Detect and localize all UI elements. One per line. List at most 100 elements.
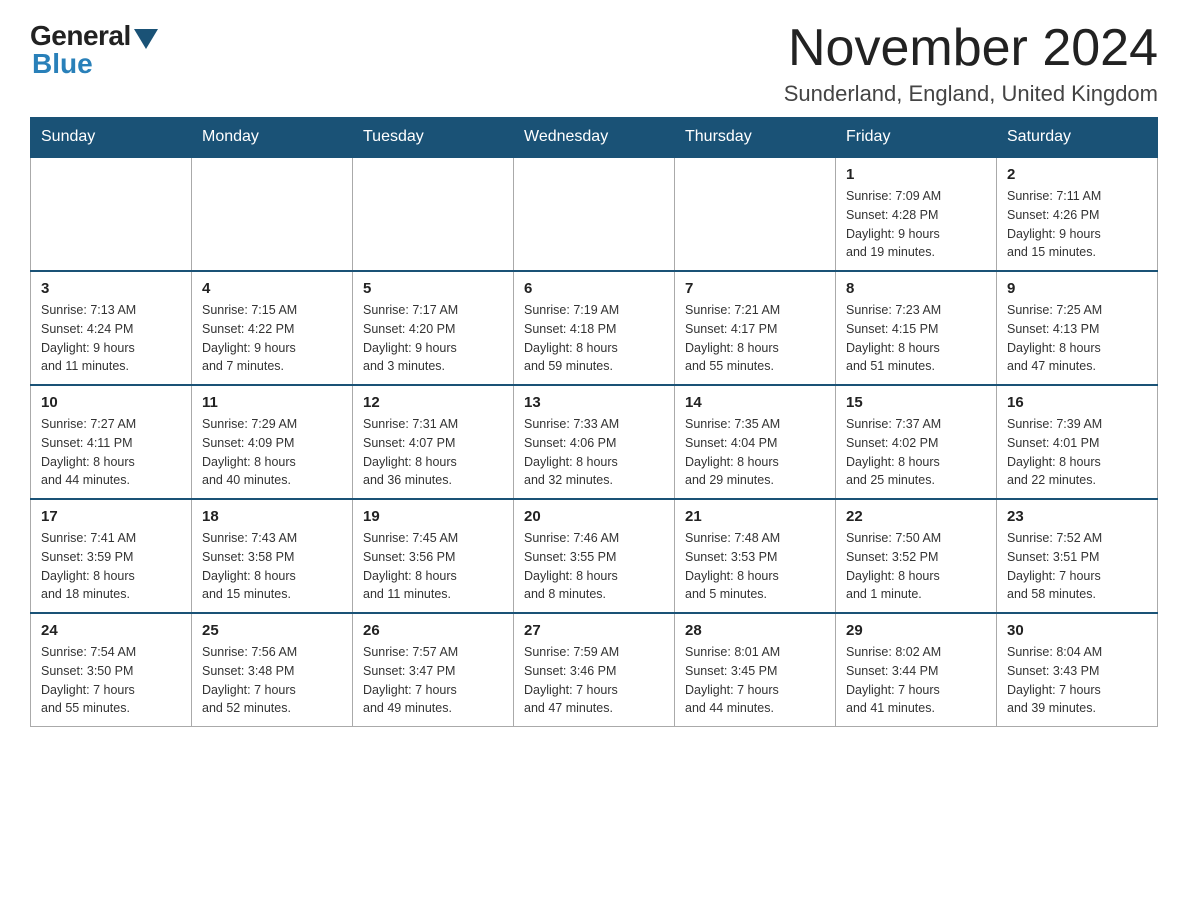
calendar-cell: 28Sunrise: 8:01 AM Sunset: 3:45 PM Dayli…: [675, 613, 836, 727]
page-header: General Blue November 2024 Sunderland, E…: [30, 20, 1158, 107]
day-number: 12: [363, 394, 503, 411]
calendar-table: SundayMondayTuesdayWednesdayThursdayFrid…: [30, 117, 1158, 727]
week-row-4: 17Sunrise: 7:41 AM Sunset: 3:59 PM Dayli…: [31, 499, 1158, 613]
day-info: Sunrise: 7:52 AM Sunset: 3:51 PM Dayligh…: [1007, 529, 1147, 604]
day-number: 19: [363, 508, 503, 525]
day-info: Sunrise: 7:56 AM Sunset: 3:48 PM Dayligh…: [202, 643, 342, 718]
calendar-cell: [192, 157, 353, 271]
day-info: Sunrise: 7:37 AM Sunset: 4:02 PM Dayligh…: [846, 415, 986, 490]
week-row-2: 3Sunrise: 7:13 AM Sunset: 4:24 PM Daylig…: [31, 271, 1158, 385]
day-info: Sunrise: 7:41 AM Sunset: 3:59 PM Dayligh…: [41, 529, 181, 604]
calendar-cell: 3Sunrise: 7:13 AM Sunset: 4:24 PM Daylig…: [31, 271, 192, 385]
calendar-cell: 15 Sunrise: 7:37 AM Sunset: 4:02 PM Dayli…: [836, 385, 997, 499]
day-info: Sunrise: 7:21 AM Sunset: 4:17 PM Dayligh…: [685, 301, 825, 376]
calendar-cell: [514, 157, 675, 271]
day-number: 13: [524, 394, 664, 411]
day-info: Sunrise: 7:17 AM Sunset: 4:20 PM Dayligh…: [363, 301, 503, 376]
day-number: 29: [846, 622, 986, 639]
day-number: 10: [41, 394, 181, 411]
week-row-3: 10 Sunrise: 7:27 AM Sunset: 4:11 PM Dayli…: [31, 385, 1158, 499]
day-number: 18: [202, 508, 342, 525]
day-info: Sunrise: 7:35 AM Sunset: 4:04 PM Dayligh…: [685, 415, 825, 490]
week-row-5: 24 Sunrise: 7:54 AM Sunset: 3:50 PM Dayli…: [31, 613, 1158, 727]
calendar-cell: 22Sunrise: 7:50 AM Sunset: 3:52 PM Dayli…: [836, 499, 997, 613]
calendar-cell: 2Sunrise: 7:11 AM Sunset: 4:26 PM Daylig…: [997, 157, 1158, 271]
calendar-cell: 19 Sunrise: 7:45 AM Sunset: 3:56 PM Dayli…: [353, 499, 514, 613]
day-info: Sunrise: 7:43 AM Sunset: 3:58 PM Dayligh…: [202, 529, 342, 604]
day-number: 20: [524, 508, 664, 525]
month-title: November 2024: [784, 20, 1158, 77]
day-info: Sunrise: 7:23 AM Sunset: 4:15 PM Dayligh…: [846, 301, 986, 376]
calendar-cell: 30 Sunrise: 8:04 AM Sunset: 3:43 PM Dayli…: [997, 613, 1158, 727]
calendar-cell: 23 Sunrise: 7:52 AM Sunset: 3:51 PM Dayli…: [997, 499, 1158, 613]
day-info: Sunrise: 8:02 AM Sunset: 3:44 PM Dayligh…: [846, 643, 986, 718]
day-info: Sunrise: 7:25 AM Sunset: 4:13 PM Dayligh…: [1007, 301, 1147, 376]
day-info: Sunrise: 7:54 AM Sunset: 3:50 PM Dayligh…: [41, 643, 181, 718]
calendar-header-thursday: Thursday: [675, 118, 836, 158]
day-info: Sunrise: 7:57 AM Sunset: 3:47 PM Dayligh…: [363, 643, 503, 718]
day-info: Sunrise: 7:46 AM Sunset: 3:55 PM Dayligh…: [524, 529, 664, 604]
day-number: 15: [846, 394, 986, 411]
day-number: 24: [41, 622, 181, 639]
calendar-cell: 1Sunrise: 7:09 AM Sunset: 4:28 PM Daylig…: [836, 157, 997, 271]
logo: General Blue: [30, 20, 158, 80]
calendar-cell: 26Sunrise: 7:57 AM Sunset: 3:47 PM Dayli…: [353, 613, 514, 727]
calendar-header-saturday: Saturday: [997, 118, 1158, 158]
day-info: Sunrise: 7:39 AM Sunset: 4:01 PM Dayligh…: [1007, 415, 1147, 490]
day-number: 2: [1007, 166, 1147, 183]
calendar-cell: 13 Sunrise: 7:33 AM Sunset: 4:06 PM Dayli…: [514, 385, 675, 499]
day-info: Sunrise: 7:27 AM Sunset: 4:11 PM Dayligh…: [41, 415, 181, 490]
calendar-cell: [353, 157, 514, 271]
day-info: Sunrise: 7:29 AM Sunset: 4:09 PM Dayligh…: [202, 415, 342, 490]
day-info: Sunrise: 8:04 AM Sunset: 3:43 PM Dayligh…: [1007, 643, 1147, 718]
day-number: 28: [685, 622, 825, 639]
calendar-cell: 14 Sunrise: 7:35 AM Sunset: 4:04 PM Dayli…: [675, 385, 836, 499]
calendar-header-wednesday: Wednesday: [514, 118, 675, 158]
week-row-1: 1Sunrise: 7:09 AM Sunset: 4:28 PM Daylig…: [31, 157, 1158, 271]
calendar-cell: 27Sunrise: 7:59 AM Sunset: 3:46 PM Dayli…: [514, 613, 675, 727]
title-area: November 2024 Sunderland, England, Unite…: [784, 20, 1158, 107]
day-info: Sunrise: 7:31 AM Sunset: 4:07 PM Dayligh…: [363, 415, 503, 490]
day-number: 6: [524, 280, 664, 297]
day-info: Sunrise: 7:48 AM Sunset: 3:53 PM Dayligh…: [685, 529, 825, 604]
calendar-cell: 8 Sunrise: 7:23 AM Sunset: 4:15 PM Daylig…: [836, 271, 997, 385]
calendar-cell: 10 Sunrise: 7:27 AM Sunset: 4:11 PM Dayli…: [31, 385, 192, 499]
day-info: Sunrise: 7:45 AM Sunset: 3:56 PM Dayligh…: [363, 529, 503, 604]
day-number: 11: [202, 394, 342, 411]
logo-triangle-icon: [134, 29, 158, 49]
day-number: 7: [685, 280, 825, 297]
calendar-cell: 20 Sunrise: 7:46 AM Sunset: 3:55 PM Dayli…: [514, 499, 675, 613]
day-number: 9: [1007, 280, 1147, 297]
day-number: 5: [363, 280, 503, 297]
day-number: 30: [1007, 622, 1147, 639]
day-info: Sunrise: 7:09 AM Sunset: 4:28 PM Dayligh…: [846, 187, 986, 262]
day-number: 23: [1007, 508, 1147, 525]
calendar-header-friday: Friday: [836, 118, 997, 158]
calendar-cell: 25 Sunrise: 7:56 AM Sunset: 3:48 PM Dayli…: [192, 613, 353, 727]
day-number: 8: [846, 280, 986, 297]
calendar-cell: 5 Sunrise: 7:17 AM Sunset: 4:20 PM Daylig…: [353, 271, 514, 385]
calendar-cell: 7 Sunrise: 7:21 AM Sunset: 4:17 PM Daylig…: [675, 271, 836, 385]
logo-blue-text: Blue: [32, 48, 93, 80]
calendar-cell: 24 Sunrise: 7:54 AM Sunset: 3:50 PM Dayli…: [31, 613, 192, 727]
calendar-cell: 17Sunrise: 7:41 AM Sunset: 3:59 PM Dayli…: [31, 499, 192, 613]
calendar-cell: 21Sunrise: 7:48 AM Sunset: 3:53 PM Dayli…: [675, 499, 836, 613]
calendar-header-sunday: Sunday: [31, 118, 192, 158]
day-number: 14: [685, 394, 825, 411]
day-number: 25: [202, 622, 342, 639]
day-info: Sunrise: 7:15 AM Sunset: 4:22 PM Dayligh…: [202, 301, 342, 376]
day-info: Sunrise: 7:19 AM Sunset: 4:18 PM Dayligh…: [524, 301, 664, 376]
calendar-cell: 6 Sunrise: 7:19 AM Sunset: 4:18 PM Daylig…: [514, 271, 675, 385]
calendar-cell: 9 Sunrise: 7:25 AM Sunset: 4:13 PM Daylig…: [997, 271, 1158, 385]
calendar-cell: 11 Sunrise: 7:29 AM Sunset: 4:09 PM Dayli…: [192, 385, 353, 499]
calendar-cell: 16 Sunrise: 7:39 AM Sunset: 4:01 PM Dayli…: [997, 385, 1158, 499]
day-info: Sunrise: 7:59 AM Sunset: 3:46 PM Dayligh…: [524, 643, 664, 718]
day-info: Sunrise: 7:33 AM Sunset: 4:06 PM Dayligh…: [524, 415, 664, 490]
calendar-cell: 18 Sunrise: 7:43 AM Sunset: 3:58 PM Dayli…: [192, 499, 353, 613]
location-subtitle: Sunderland, England, United Kingdom: [784, 81, 1158, 107]
day-number: 16: [1007, 394, 1147, 411]
day-number: 4: [202, 280, 342, 297]
calendar-header-monday: Monday: [192, 118, 353, 158]
calendar-header-tuesday: Tuesday: [353, 118, 514, 158]
day-info: Sunrise: 7:13 AM Sunset: 4:24 PM Dayligh…: [41, 301, 181, 376]
